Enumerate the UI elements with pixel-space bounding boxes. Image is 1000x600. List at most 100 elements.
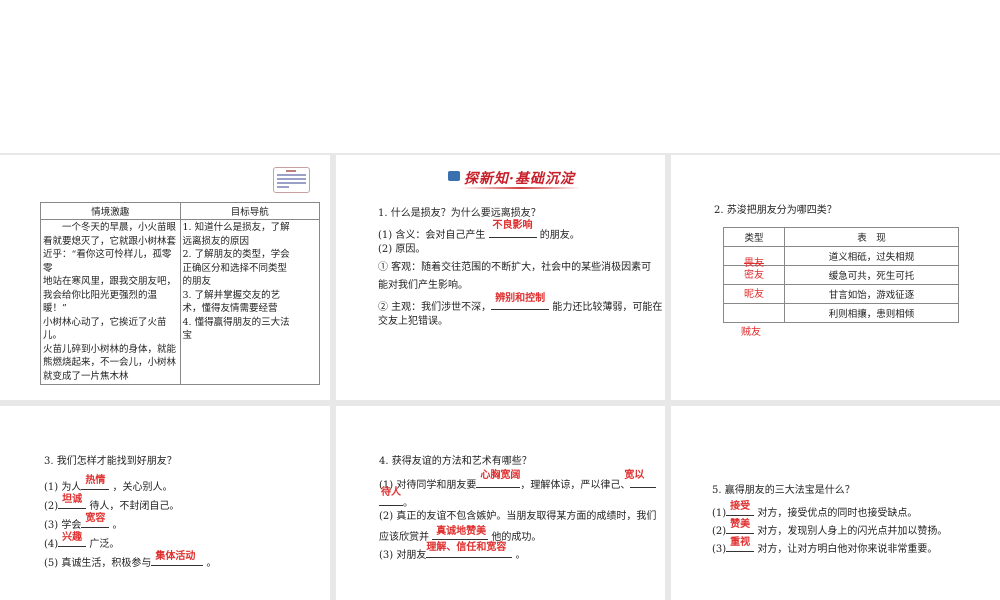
behavior-cell: 缓急可共，死生可托 [784,265,959,285]
goals-cell: 1. 知道什么是损友，了解 远离损友的原因 2. 了解朋友的类型，学会 正确区分和选择… [179,219,320,385]
text-line: 2. 了解朋友的类型，学会 [182,249,290,260]
text-line: 宝 [182,330,193,341]
question-3: 3. 我们怎样才能找到好朋友？ [44,456,177,467]
line-method-1: (1) 对待同学和朋友要 心胸宽阔 ，理解体谅，严以律己、 宽以 [379,470,657,492]
line-subjective-2: 交友上犯错误。 [378,316,448,327]
item-prefix: (1) [712,508,727,519]
slide-5[interactable]: 4. 获得友谊的方法和艺术有哪些？ (1) 对待同学和朋友要 心胸宽阔 ，理解体谅，… [336,406,665,600]
behavior-cell: 道义相砥，过失相规 [784,246,959,266]
text: (3) 对朋友 [379,550,427,561]
answer-blank: 兴趣 [58,532,87,547]
behavior-cell: 利则相攘，患则相倾 [784,303,959,323]
question-2: 2. 苏浚把朋友分为哪四类？ [714,205,837,216]
text-line: 就变成了一片焦木林 [43,370,129,382]
question-4: 4. 获得友谊的方法和艺术有哪些？ [379,456,532,467]
type-answer: 畏友 [744,257,764,269]
answer-blank: 接受 [726,501,755,516]
extra-type-label: 贼友 [741,327,761,338]
item-suffix: 对方，接受优点的同时也接受缺点。 [757,508,918,519]
list-item: (1) 接受 对方，接受优点的同时也接受缺点。 [712,501,918,520]
text-line: 小树林心动了，它挨近了火苗儿。 [43,316,167,342]
type-answer: 密友 [744,269,764,281]
line-objective-1: ① 客观：随着交往范围的不断扩大，社会中的某些消极因素可 [378,262,652,273]
list-item: (1) 为人 热情 ，关心别人。 [44,475,173,494]
slide-4[interactable]: 3. 我们怎样才能找到好朋友？ (1) 为人 热情 ，关心别人。 (2) 坦诚 待人，… [0,406,330,600]
item-prefix: (5) 真诚生活，积极参与 [44,558,152,569]
slide-6[interactable]: 5. 赢得朋友的三大法宝是什么？ (1) 接受 对方，接受优点的同时也接受缺点。(… [671,406,1000,600]
answer-text: 集体活动 [155,551,196,562]
header-goals: 目标导航 [179,202,320,220]
answer-blank: 坦诚 [58,494,87,509]
answer-text: 辨别和控制 [495,293,546,304]
text-line: 火苗儿碎到小树林的身体，就能 [43,343,177,355]
answer-text: 兴趣 [62,532,83,543]
type-answer: 昵友 [744,288,764,300]
answer-text: 重视 [730,537,751,548]
answer-blank: 热情 [81,475,110,490]
answer-blank: 理解、信任和宽容 [426,542,513,558]
graduation-cap-icon [448,171,460,181]
item-suffix: 广泛。 [89,539,120,550]
text-line: 远离损友的原因 [182,235,250,247]
line-reasons: (2) 原因。 [378,244,426,255]
answer-blank: 重视 [726,537,755,552]
text-line: 正确区分和选择不同类型 [182,262,288,274]
text: (1) 含义：会对自己产生 [378,230,486,241]
text: 应该欣赏并 [379,532,429,543]
item-prefix: (3) 学会 [44,520,82,531]
text: 。 [403,498,413,509]
section-banner: 探新知·基础沉淀 [464,171,575,187]
answer-blank: 真诚地赞美 [432,526,489,540]
item-suffix: 待人，不封闭自己。 [89,501,180,512]
answer-text: 赞美 [730,519,751,530]
question-5: 5. 赢得朋友的三大法宝是什么？ [712,485,855,496]
text: 。 [515,550,526,561]
item-prefix: (4) [44,539,59,550]
answer-blank: 待人 [379,487,403,506]
type-cell: 畏友 [723,246,785,269]
item-suffix: 对方，让对方明白他对你来说非常重要。 [757,544,938,555]
text: 的朋友。 [539,230,580,241]
header-behavior: 表 现 [784,227,959,247]
answer-blank: 宽容 [81,513,110,528]
list-item: (4) 兴趣 广泛。 [44,532,120,551]
item-suffix: 。 [206,558,217,569]
answer-blank: 赞美 [726,519,755,534]
type-cell [723,303,785,323]
answer-blank: 心胸宽阔 [476,470,521,488]
answer-text: 热情 [85,475,106,486]
answer-text: 宽以 [624,470,645,481]
text-line: 术，懂得友情需要经营 [182,303,278,314]
slide-1[interactable]: 情境激趣 目标导航 一个冬天的早晨，小火苗眼看就要熄灭了，它就跟小树林套近乎：“… [0,155,330,400]
text-line: 看就要熄灭了，它就跟小树林套 [43,235,177,247]
text-line: 的朋友 [182,276,212,287]
line-method-1b: 待人。 [379,487,413,510]
text-line: 近乎：“看你这可怜样儿，孤零零 [43,249,172,274]
header-scenario: 情境激趣 [40,202,181,220]
answer-text: 心胸宽阔 [480,470,521,481]
story-cell: 一个冬天的早晨，小火苗眼看就要熄灭了，它就跟小树林套近乎：“看你这可怜样儿，孤零… [40,219,181,385]
banner-underline [461,187,581,189]
item-suffix: ，关心别人。 [112,482,173,493]
answer-blank: 辨别和控制 [491,293,550,310]
answer-text: 宽容 [85,513,106,524]
table-row: 昵友 甘言如饴，游戏征逐 [723,284,959,304]
list-item: (3) 学会 宽容 。 [44,513,123,532]
table-row: 利则相攘，患则相倾 [723,303,959,323]
line-method-3: (3) 对朋友 理解、信任和宽容 。 [379,542,526,562]
answer-text: 真诚地赞美 [436,526,487,537]
slide-2[interactable]: 探新知·基础沉淀 1. 什么是损友？为什么要远离损友？ (1) 含义：会对自己产… [336,155,665,400]
slide-3[interactable]: 2. 苏浚把朋友分为哪四类？ 类型表 现 畏友 道义相砥，过失相规 密友 缓急可共，死… [671,155,1000,400]
text: ，理解体谅，严以律己、 [520,480,631,491]
line-method-2: (2) 真正的友谊不包含嫉妒。当朋友取得某方面的成绩时，我们 [379,511,657,522]
line-definition: (1) 含义：会对自己产生 不良影响 的朋友。 [378,220,580,242]
item-suffix: 。 [112,520,123,531]
line-subjective: ② 主观：我们涉世不深， 辨别和控制 能力还比较薄弱，可能在 [378,293,662,314]
table-row: 畏友 道义相砥，过失相规 [723,246,959,269]
note-thumbnail [273,167,310,193]
text-line: 一个冬天的早晨，小火苗眼 [62,222,177,233]
text-line: 4. 懂得赢得朋友的三大法 [182,316,290,328]
answer-blank: 宽以 [624,470,657,488]
text-line: 地站在寒风里，跟我交朋友吧， [43,276,177,287]
answer-blank: 集体活动 [151,551,204,566]
